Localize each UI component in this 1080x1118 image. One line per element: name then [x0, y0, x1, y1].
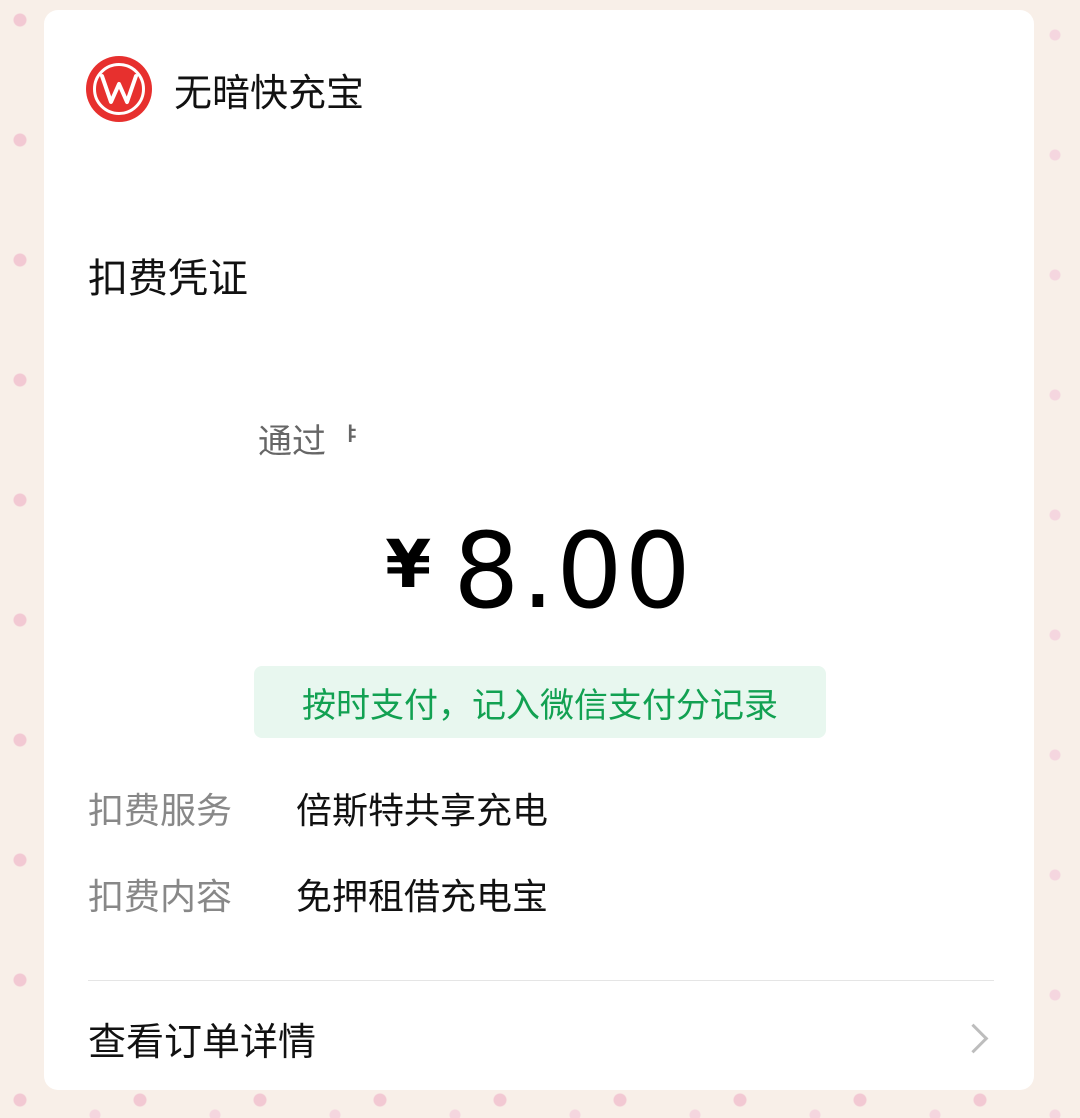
- detail-row-content: 扣费内容 免押租借充电宝: [88, 868, 548, 920]
- app-name: 无暗快充宝: [174, 70, 365, 115]
- divider: [88, 980, 994, 981]
- detail-value: 倍斯特共享充电: [296, 791, 549, 832]
- payment-via-text: 通过ᅣ: [258, 422, 358, 462]
- chevron-right-icon: [958, 1023, 989, 1053]
- view-order-label: 查看订单详情: [88, 1019, 317, 1064]
- detail-label: 扣费服务: [88, 791, 233, 832]
- amount: ¥8.00: [44, 510, 1034, 632]
- w-letter-icon: [100, 74, 138, 104]
- receipt-card: 无暗快充宝 扣费凭证 通过ᅣ ¥8.00 按时支付，记入微信支付分记录 扣费服务…: [44, 10, 1034, 1090]
- detail-row-service: 扣费服务 倍斯特共享充电: [88, 782, 548, 834]
- view-order-details-link[interactable]: 查看订单详情: [88, 1006, 994, 1070]
- brand-logo-icon: [86, 56, 152, 122]
- detail-value: 免押租借充电宝: [296, 877, 549, 918]
- amount-value: 8.00: [453, 510, 693, 632]
- currency-symbol: ¥: [385, 526, 432, 603]
- status-badge: 按时支付，记入微信支付分记录: [254, 666, 826, 738]
- header: 无暗快充宝: [86, 56, 364, 122]
- page-title: 扣费凭证: [88, 256, 248, 302]
- detail-label: 扣费内容: [88, 877, 233, 918]
